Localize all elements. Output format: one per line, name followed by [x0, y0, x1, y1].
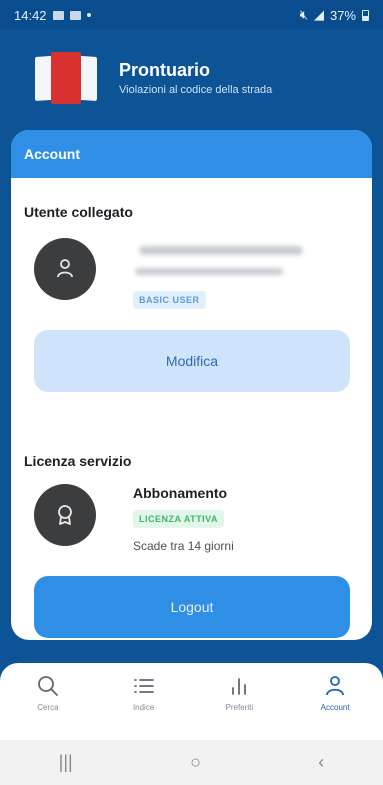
status-time: 14:42: [14, 7, 47, 23]
more-notifications-icon: [86, 13, 91, 17]
person-icon: [57, 259, 73, 278]
avatar: [34, 238, 96, 300]
logout-button[interactable]: Logout: [34, 576, 350, 638]
license-section-title: Licenza servizio: [24, 453, 132, 469]
bar-chart-icon: [232, 678, 247, 695]
account-card: Account Utente collegato BASIC USER Modi…: [11, 130, 372, 640]
app-screen: 14:42 🔇︎ ◢ 37% Prontuario Violazioni al …: [0, 0, 383, 785]
search-icon: [37, 676, 58, 696]
nav-label-search: Cerca: [37, 703, 59, 712]
app-subtitle: Violazioni al codice della strada: [119, 84, 273, 96]
user-email-redacted: [135, 268, 283, 275]
mute-icon: 🔇︎: [299, 7, 308, 22]
battery-icon: [362, 9, 369, 21]
app-title: Prontuario: [119, 60, 211, 80]
nav-item-index[interactable]: Indice: [96, 663, 192, 740]
system-nav-bar: ||| ○ ‹: [0, 740, 383, 785]
nav-label-index: Indice: [132, 703, 155, 712]
user-name-redacted: [139, 246, 303, 255]
nav-item-favorites[interactable]: Preferiti: [192, 663, 288, 740]
recents-icon[interactable]: |||: [59, 752, 73, 773]
role-badge: BASIC USER: [133, 291, 206, 309]
list-icon: [133, 679, 154, 693]
expiry-text: Scade tra 14 giorni: [133, 539, 234, 553]
person-icon: [326, 676, 345, 696]
license-avatar: [34, 484, 96, 546]
home-icon[interactable]: ○: [190, 752, 201, 773]
subscription-title: Abbonamento: [133, 485, 228, 501]
nav-label-account: Account: [320, 703, 350, 712]
edit-button[interactable]: Modifica: [34, 330, 350, 392]
gallery-notification-icon: [52, 10, 64, 20]
app-notification-icon: [69, 10, 81, 20]
back-icon[interactable]: ‹: [318, 752, 324, 773]
status-bar: 14:42 🔇︎ ◢ 37%: [0, 0, 383, 30]
book-logo-icon: [33, 52, 99, 104]
bottom-nav: Cerca Indice Preferiti Account: [0, 663, 383, 740]
nav-item-search[interactable]: Cerca: [0, 663, 96, 740]
nav-label-favorites: Preferiti: [225, 703, 254, 712]
app-header: Prontuario Violazioni al codice della st…: [0, 30, 383, 126]
award-icon: [58, 505, 72, 525]
card-header: Account: [11, 130, 372, 178]
nav-item-account[interactable]: Account: [287, 663, 383, 740]
signal-icon: ◢: [313, 7, 324, 22]
user-section-title: Utente collegato: [24, 204, 133, 220]
license-status-badge: LICENZA ATTIVA: [133, 510, 224, 528]
battery-percent: 37%: [329, 7, 356, 23]
